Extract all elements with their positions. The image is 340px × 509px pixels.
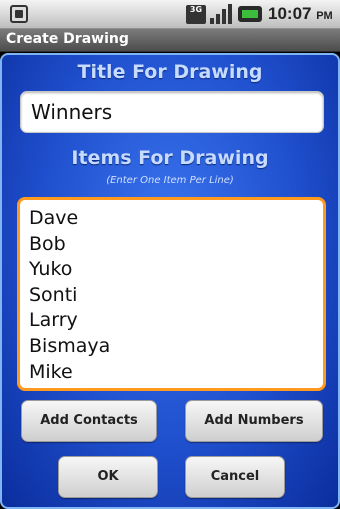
item-line: Sonti xyxy=(29,283,78,306)
item-line: Larry xyxy=(29,309,78,332)
item-line: Dave xyxy=(29,207,79,229)
cancel-button[interactable]: Cancel xyxy=(185,456,285,498)
item-line: Mike xyxy=(29,360,73,383)
items-textarea[interactable]: Dave Bob Yuko Sonti Larry Bismaya Mike xyxy=(17,197,326,391)
status-bar: 3G 10:07 PM xyxy=(0,0,340,29)
battery-icon xyxy=(238,6,262,22)
ok-button[interactable]: OK xyxy=(58,456,158,498)
create-drawing-dialog: Title For Drawing Winners Items For Draw… xyxy=(0,53,340,509)
items-hint: (Enter One Item Per Line) xyxy=(106,175,234,186)
window-title: Create Drawing xyxy=(6,31,129,47)
window-title-bar: Create Drawing xyxy=(0,29,340,52)
add-contacts-button[interactable]: Add Contacts xyxy=(21,400,157,442)
add-numbers-button[interactable]: Add Numbers xyxy=(185,400,323,442)
clock: 10:07 PM xyxy=(268,4,333,24)
item-line: Yuko xyxy=(29,258,73,281)
clock-time: 10:07 xyxy=(268,4,312,23)
items-heading: Items For Drawing xyxy=(71,147,269,169)
item-line: Bismaya xyxy=(29,334,111,357)
network-3g-icon: 3G xyxy=(186,5,206,24)
signal-strength-icon xyxy=(210,4,234,24)
app-notification-icon xyxy=(10,5,28,23)
title-heading: Title For Drawing xyxy=(77,61,263,83)
drawing-title-input[interactable]: Winners xyxy=(20,91,324,133)
clock-period: PM xyxy=(316,10,333,22)
item-line: Bob xyxy=(29,232,66,255)
